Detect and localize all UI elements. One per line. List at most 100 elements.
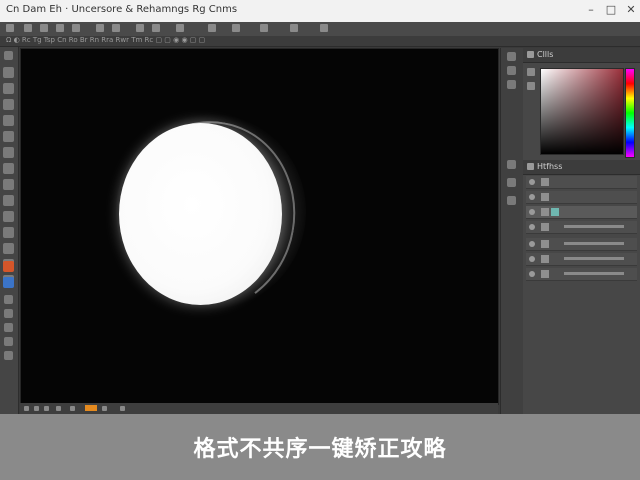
layer-thumbnail — [541, 208, 549, 216]
visibility-eye-icon[interactable] — [529, 271, 535, 277]
tools-panel — [0, 47, 19, 414]
layers-panel-header[interactable]: Htfhss — [523, 160, 640, 175]
layer-name — [564, 225, 624, 228]
menu-item[interactable] — [320, 24, 328, 32]
move-tool-icon[interactable] — [4, 51, 13, 60]
menu-item[interactable] — [260, 24, 268, 32]
collapsed-panels — [500, 48, 524, 414]
swatch-icon[interactable] — [527, 68, 535, 76]
status-icon — [34, 406, 39, 411]
color-swatches — [527, 68, 537, 108]
panel-icon[interactable] — [507, 52, 516, 61]
layer-thumbnail — [541, 223, 549, 231]
layer-row[interactable] — [526, 191, 637, 204]
window-title: Cn Dam Eh · Uncersore & Rehamngs Rg Cnms — [6, 4, 238, 15]
panel-icon[interactable] — [507, 196, 516, 205]
document-canvas[interactable] — [20, 48, 499, 405]
menu-item[interactable] — [24, 24, 32, 32]
history-brush-tool-icon[interactable] — [3, 195, 14, 206]
layer-name — [564, 242, 624, 245]
zoom-tool-icon[interactable] — [4, 351, 13, 360]
foreground-color-icon[interactable] — [3, 261, 14, 272]
menu-item[interactable] — [40, 24, 48, 32]
status-bar — [20, 403, 498, 414]
maximize-button[interactable]: □ — [604, 3, 618, 17]
color-picker-field[interactable] — [540, 68, 624, 155]
visibility-eye-icon[interactable] — [529, 209, 535, 215]
layer-row[interactable] — [526, 253, 637, 266]
options-bar: Ω ◐ Rc Tg Tsp Cn Ro Br Rn Rra Rwr Tm Rc … — [0, 36, 640, 47]
window-titlebar: Cn Dam Eh · Uncersore & Rehamngs Rg Cnms… — [0, 0, 640, 22]
shape-tool-icon[interactable] — [4, 323, 13, 332]
close-button[interactable]: ✕ — [624, 3, 638, 17]
stamp-tool-icon[interactable] — [3, 179, 14, 190]
layer-name — [564, 257, 624, 260]
layer-row[interactable] — [526, 268, 637, 281]
color-panel-icon — [527, 51, 534, 58]
visibility-eye-icon[interactable] — [529, 179, 535, 185]
path-select-tool-icon[interactable] — [4, 309, 13, 318]
panel-icon[interactable] — [507, 160, 516, 169]
options-bar-hint: Ω ◐ Rc Tg Tsp Cn Ro Br Rn Rra Rwr Tm Rc … — [6, 36, 206, 44]
menu-item[interactable] — [290, 24, 298, 32]
menu-item[interactable] — [232, 24, 240, 32]
menu-bar — [0, 22, 640, 36]
layer-name — [564, 272, 624, 275]
quick-select-tool-icon[interactable] — [3, 99, 14, 110]
status-icon — [24, 406, 29, 411]
menu-item[interactable] — [152, 24, 160, 32]
text-tool-icon[interactable] — [4, 295, 13, 304]
minimize-button[interactable]: – — [584, 3, 598, 17]
menu-item[interactable] — [112, 24, 120, 32]
panel-icon[interactable] — [507, 178, 516, 187]
background-color-icon[interactable] — [3, 277, 14, 288]
menu-item[interactable] — [136, 24, 144, 32]
blur-tool-icon[interactable] — [3, 243, 14, 254]
right-panels: Cllls Htfhss — [523, 48, 640, 414]
layers-panel-icon — [527, 163, 534, 170]
lasso-tool-icon[interactable] — [3, 83, 14, 94]
status-progress — [85, 405, 97, 411]
layer-thumbnail — [541, 193, 549, 201]
caption-text: 格式不共序一键矫正攻略 — [193, 437, 447, 462]
status-icon — [44, 406, 49, 411]
visibility-eye-icon[interactable] — [529, 256, 535, 262]
healing-tool-icon[interactable] — [3, 147, 14, 158]
menu-item[interactable] — [72, 24, 80, 32]
moon-image — [119, 123, 282, 305]
status-icon — [120, 406, 125, 411]
status-icon — [70, 406, 75, 411]
menu-item[interactable] — [56, 24, 64, 32]
visibility-eye-icon[interactable] — [529, 224, 535, 230]
layer-row-selected[interactable] — [526, 206, 637, 219]
layer-thumbnail — [541, 255, 549, 263]
layers-panel-title: Htfhss — [537, 162, 563, 171]
layer-thumbnail — [541, 270, 549, 278]
gradient-tool-icon[interactable] — [3, 227, 14, 238]
visibility-eye-icon[interactable] — [529, 241, 535, 247]
panel-icon[interactable] — [507, 66, 516, 75]
hand-tool-icon[interactable] — [4, 337, 13, 346]
visibility-eye-icon[interactable] — [529, 194, 535, 200]
menu-item[interactable] — [208, 24, 216, 32]
status-icon — [102, 406, 107, 411]
menu-item[interactable] — [176, 24, 184, 32]
swatch-icon[interactable] — [527, 82, 535, 90]
eyedropper-tool-icon[interactable] — [3, 131, 14, 142]
layer-thumbnail — [541, 178, 549, 186]
eraser-tool-icon[interactable] — [3, 211, 14, 222]
hue-slider[interactable] — [625, 68, 635, 158]
marquee-tool-icon[interactable] — [3, 67, 14, 78]
color-panel-header[interactable]: Cllls — [523, 48, 640, 63]
menu-item[interactable] — [96, 24, 104, 32]
layer-row[interactable] — [526, 176, 637, 189]
layer-row[interactable] — [526, 238, 637, 251]
layer-mask-thumbnail — [551, 208, 559, 216]
status-icon — [56, 406, 61, 411]
panel-icon[interactable] — [507, 80, 516, 89]
layer-row[interactable] — [526, 221, 637, 234]
crop-tool-icon[interactable] — [3, 115, 14, 126]
color-panel-title: Cllls — [537, 50, 554, 59]
layer-thumbnail — [541, 240, 549, 248]
brush-tool-icon[interactable] — [3, 163, 14, 174]
